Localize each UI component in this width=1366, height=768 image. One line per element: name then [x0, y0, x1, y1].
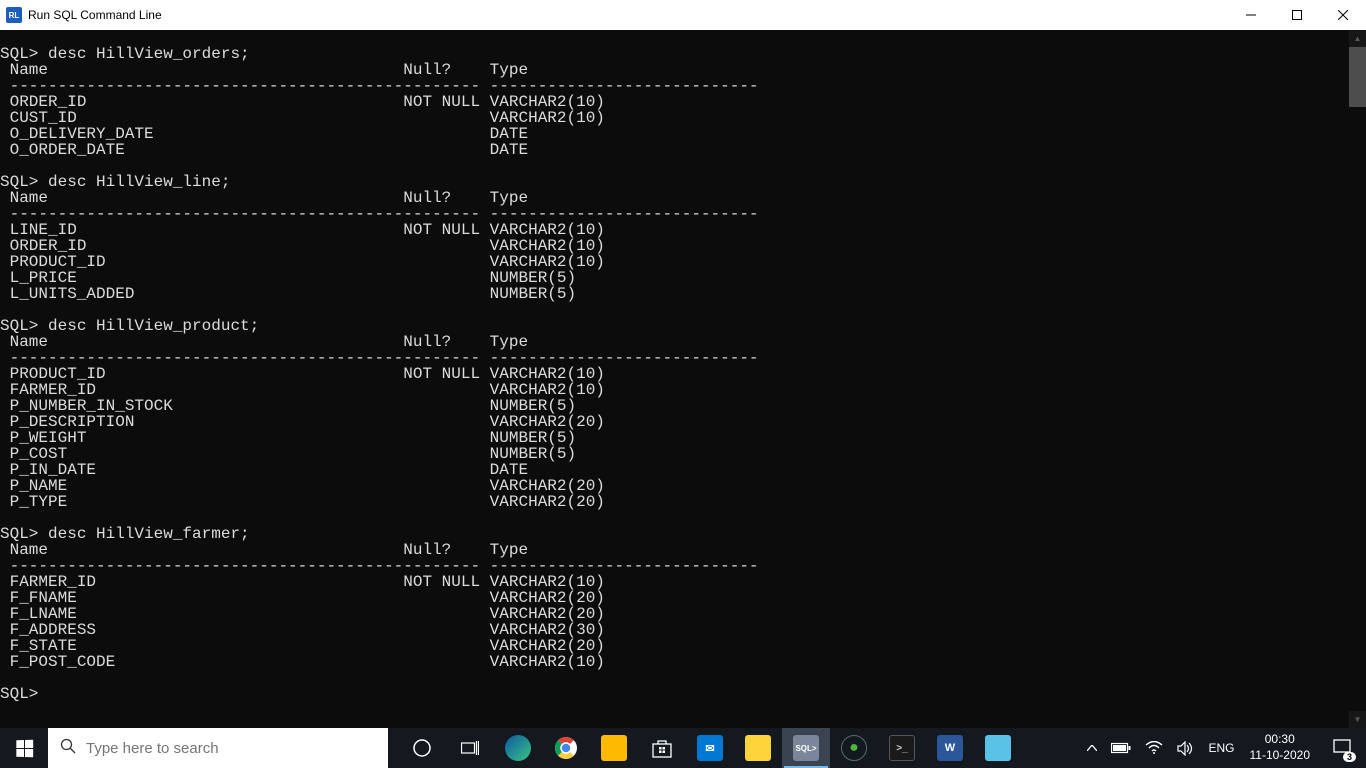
scroll-up-arrow[interactable]: ▲ — [1349, 30, 1366, 47]
word-icon[interactable]: W — [926, 728, 974, 768]
taskbar-icons: ✉ SQL> ● >_ W — [398, 728, 1022, 768]
app-icon: RL — [6, 7, 22, 23]
wifi-icon[interactable] — [1138, 728, 1170, 768]
notification-center-icon[interactable]: 3 — [1318, 728, 1366, 768]
mail-icon[interactable]: ✉ — [686, 728, 734, 768]
maximize-button[interactable] — [1274, 0, 1320, 30]
taskbar: ✉ SQL> ● >_ W EN — [0, 728, 1366, 768]
battery-icon[interactable] — [1104, 728, 1138, 768]
store-icon[interactable] — [638, 728, 686, 768]
sql-cmd-icon[interactable]: SQL> — [782, 728, 830, 768]
clock-date: 11-10-2020 — [1250, 748, 1311, 764]
search-icon — [60, 738, 76, 759]
window-controls — [1228, 0, 1366, 30]
mongo-icon[interactable]: ● — [830, 728, 878, 768]
chrome-icon[interactable] — [542, 728, 590, 768]
notepad-icon[interactable] — [974, 728, 1022, 768]
scroll-down-arrow[interactable]: ▼ — [1349, 711, 1366, 728]
tray-overflow-icon[interactable] — [1080, 728, 1104, 768]
search-input[interactable] — [86, 740, 376, 757]
cortana-icon[interactable] — [398, 728, 446, 768]
search-box[interactable] — [48, 728, 388, 768]
windows-logo-icon — [16, 739, 33, 757]
sticky-notes-icon[interactable] — [734, 728, 782, 768]
language-indicator[interactable]: ENG — [1201, 728, 1241, 768]
file-explorer-icon[interactable] — [590, 728, 638, 768]
minimize-button[interactable] — [1228, 0, 1274, 30]
clock[interactable]: 00:30 11-10-2020 — [1242, 728, 1319, 768]
edge-icon[interactable] — [494, 728, 542, 768]
close-button[interactable] — [1320, 0, 1366, 30]
clock-time: 00:30 — [1250, 732, 1311, 748]
start-button[interactable] — [0, 728, 48, 768]
task-view-icon[interactable] — [446, 728, 494, 768]
system-tray: ENG 00:30 11-10-2020 3 — [1080, 728, 1366, 768]
terminal-area[interactable]: SQL> desc HillView_orders; Name Null? Ty… — [0, 30, 1366, 728]
cmd-icon[interactable]: >_ — [878, 728, 926, 768]
volume-icon[interactable] — [1170, 728, 1201, 768]
notification-badge: 3 — [1343, 752, 1356, 762]
scroll-thumb[interactable] — [1349, 47, 1366, 107]
terminal-output: SQL> desc HillView_orders; Name Null? Ty… — [0, 30, 1366, 702]
title-bar[interactable]: RL Run SQL Command Line — [0, 0, 1366, 30]
window-title: Run SQL Command Line — [28, 8, 162, 22]
scrollbar[interactable]: ▲ ▼ — [1349, 30, 1366, 728]
